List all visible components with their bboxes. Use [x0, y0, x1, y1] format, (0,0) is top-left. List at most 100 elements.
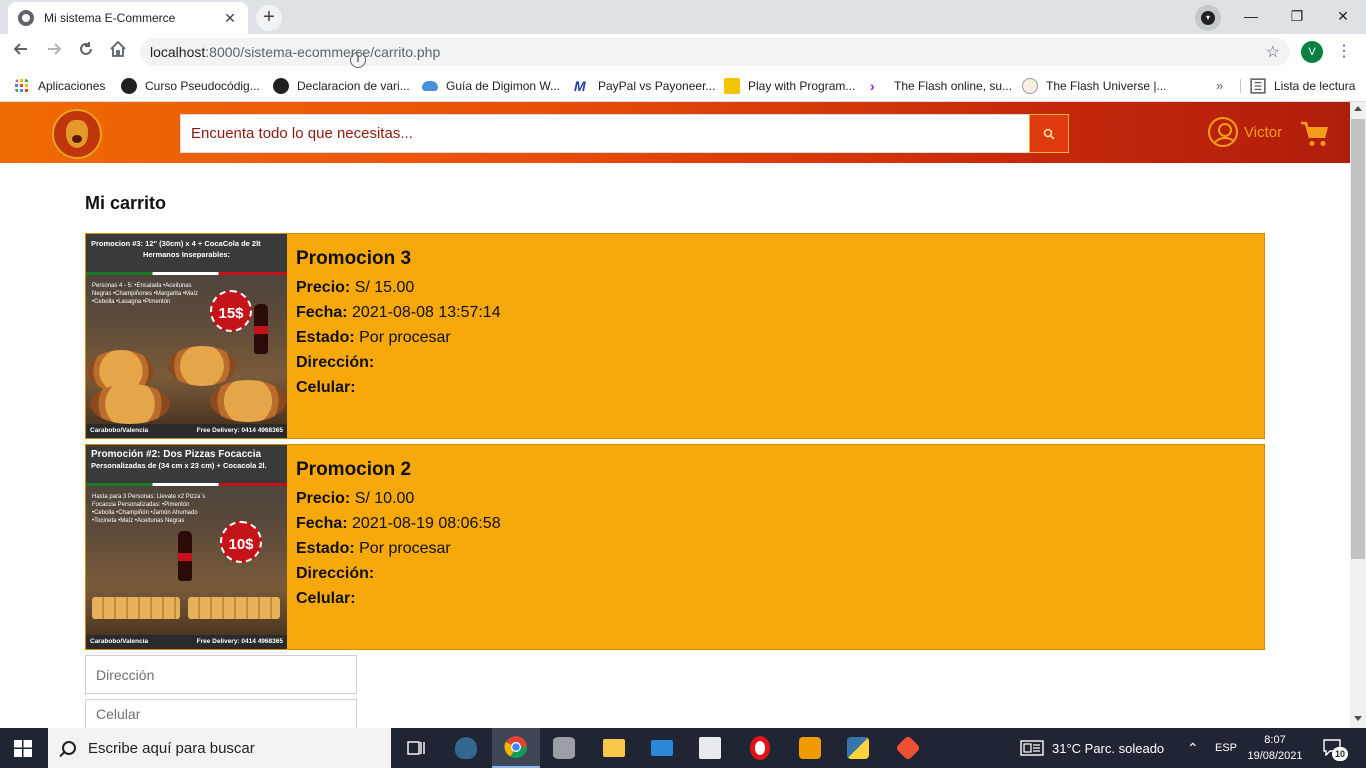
- tray-overflow-icon[interactable]: ⌃: [1187, 728, 1199, 768]
- item-name: Promocion 2: [296, 459, 412, 480]
- home-button[interactable]: [106, 40, 130, 64]
- bookmark-label: Play with Program...: [748, 79, 856, 93]
- pizza-icon: [168, 346, 236, 386]
- system-clock[interactable]: 8:07 19/08/2021: [1245, 732, 1305, 764]
- item-status: Por procesar: [359, 540, 451, 557]
- bookmark-item[interactable]: M PayPal vs Payoneer...: [574, 76, 715, 96]
- taskbar-postgres[interactable]: [442, 728, 490, 768]
- taskbar-python[interactable]: [834, 728, 882, 768]
- address-label: Dirección:: [296, 354, 375, 371]
- minimize-button[interactable]: —: [1228, 4, 1274, 28]
- clock-time: 8:07: [1264, 734, 1286, 746]
- weather-widget[interactable]: 31°C Parc. soleado: [1020, 728, 1164, 768]
- taskbar-git[interactable]: [884, 728, 932, 768]
- bookmark-item[interactable]: Play with Program...: [724, 76, 855, 96]
- taskbar-store[interactable]: [686, 728, 734, 768]
- address-bar[interactable]: i localhost :8000/sistema-ecommerce/carr…: [140, 38, 1290, 68]
- bookmark-label: Aplicaciones: [38, 79, 106, 93]
- taskbar-database[interactable]: [540, 728, 588, 768]
- promo-footer-location: Carabobo/Valencia: [90, 638, 149, 645]
- sublime-icon: [799, 737, 821, 759]
- compass-icon: [1022, 78, 1038, 94]
- bookmark-item[interactable]: Guía de Digimon W...: [422, 76, 560, 96]
- apps-grid-icon: [15, 79, 28, 92]
- reload-icon: [80, 42, 92, 55]
- browser-tab[interactable]: Mi sistema E-Commerce ✕: [8, 2, 248, 34]
- windows-start-icon[interactable]: [14, 740, 32, 757]
- focaccia-icon: [92, 597, 180, 619]
- reload-button[interactable]: [74, 40, 98, 64]
- arrow-left-icon: [13, 43, 27, 55]
- bookmark-star-icon[interactable]: ☆: [1266, 42, 1280, 62]
- promo-image-footer: Carabobo/Valencia Free Delivery: 0414 49…: [86, 635, 287, 649]
- product-image: Promocion #3: 12" (30cm) x 4 + CocaCola …: [86, 234, 287, 438]
- address-field[interactable]: [85, 655, 357, 694]
- phone-field[interactable]: [85, 699, 357, 728]
- arrow-icon: ›: [870, 78, 875, 94]
- chrome-icon: [504, 736, 527, 758]
- new-tab-button[interactable]: +: [256, 5, 282, 31]
- site-info-icon[interactable]: i: [350, 52, 366, 68]
- bookmark-item[interactable]: Curso Pseudocódig...: [121, 76, 260, 96]
- promo-image-heading: Promoción #2: Dos Pizzas Focaccia Person…: [86, 445, 287, 483]
- tab-close-icon[interactable]: ✕: [222, 10, 238, 27]
- database-icon: [553, 737, 575, 759]
- search-input[interactable]: [180, 114, 1030, 153]
- reading-list-button[interactable]: Lista de lectura: [1250, 76, 1355, 96]
- language-indicator[interactable]: ESP: [1215, 728, 1237, 768]
- page-scrollbar[interactable]: [1350, 102, 1366, 728]
- notification-center-button[interactable]: 10: [1322, 738, 1348, 761]
- scroll-up-icon[interactable]: [1354, 106, 1362, 111]
- promo-price-badge: 10$: [220, 521, 262, 563]
- user-menu[interactable]: Victor: [1208, 117, 1282, 147]
- bookmark-item[interactable]: The Flash Universe |...: [1022, 76, 1167, 96]
- site-header: Victor: [0, 102, 1350, 163]
- item-details: Promocion 3 Precio: S/ 15.00 Fecha: 2021…: [296, 248, 501, 400]
- bookmark-apps[interactable]: Aplicaciones: [14, 76, 105, 96]
- maximize-button[interactable]: ❐: [1274, 4, 1320, 28]
- bookmark-item[interactable]: Declaracion de vari...: [273, 76, 410, 96]
- browser-tabstrip: Mi sistema E-Commerce ✕ + ▾ — ❐ ✕: [0, 0, 1366, 34]
- python-icon: [847, 737, 869, 759]
- taskbar-opera[interactable]: [736, 728, 784, 768]
- scroll-down-icon[interactable]: [1354, 716, 1362, 721]
- bookmark-item[interactable]: › The Flash online, su...: [870, 76, 1012, 96]
- tab-search-button[interactable]: ▾: [1195, 5, 1221, 31]
- taskbar-file-explorer[interactable]: [590, 728, 638, 768]
- user-icon: [1208, 117, 1238, 147]
- forward-button[interactable]: [42, 40, 66, 64]
- reading-list-label: Lista de lectura: [1274, 79, 1356, 93]
- scrollbar-thumb[interactable]: [1351, 119, 1365, 559]
- cloud-icon: [422, 81, 438, 91]
- taskbar-mail[interactable]: [638, 728, 686, 768]
- taskbar-search[interactable]: Escribe aquí para buscar: [48, 728, 391, 768]
- task-view-button[interactable]: [392, 728, 440, 768]
- chevron-down-icon: ▾: [1201, 11, 1215, 25]
- taskbar-sublime[interactable]: [786, 728, 834, 768]
- cola-bottle-icon: [254, 304, 268, 354]
- back-button[interactable]: [9, 40, 33, 64]
- weather-text: 31°C Parc. soleado: [1052, 740, 1165, 756]
- site-logo[interactable]: [52, 109, 102, 159]
- taskbar-chrome[interactable]: [492, 728, 540, 768]
- profile-avatar[interactable]: V: [1301, 41, 1323, 63]
- promo-image-footer: Carabobo/Valencia Free Delivery: 0414 49…: [86, 424, 287, 438]
- bookmark-label: Guía de Digimon W...: [446, 79, 561, 93]
- shopping-cart-icon[interactable]: [1300, 120, 1330, 148]
- flag-stripe: [86, 483, 287, 486]
- page-title: Mi carrito: [85, 193, 167, 213]
- item-date: 2021-08-19 08:06:58: [352, 515, 501, 532]
- postgresql-icon: [455, 737, 477, 759]
- flag-stripe: [86, 272, 287, 275]
- product-image: Promoción #2: Dos Pizzas Focaccia Person…: [86, 445, 287, 649]
- close-window-button[interactable]: ✕: [1320, 4, 1366, 28]
- focaccia-icon: [188, 597, 280, 619]
- pizza-icon: [210, 380, 286, 422]
- weather-icon: [1020, 740, 1044, 756]
- bookmarks-overflow-button[interactable]: »: [1216, 78, 1223, 93]
- browser-menu-icon[interactable]: ⋮: [1336, 40, 1352, 64]
- date-label: Fecha:: [296, 515, 348, 532]
- search-button[interactable]: [1029, 114, 1069, 153]
- address-label: Dirección:: [296, 565, 375, 582]
- github-icon: [121, 78, 137, 94]
